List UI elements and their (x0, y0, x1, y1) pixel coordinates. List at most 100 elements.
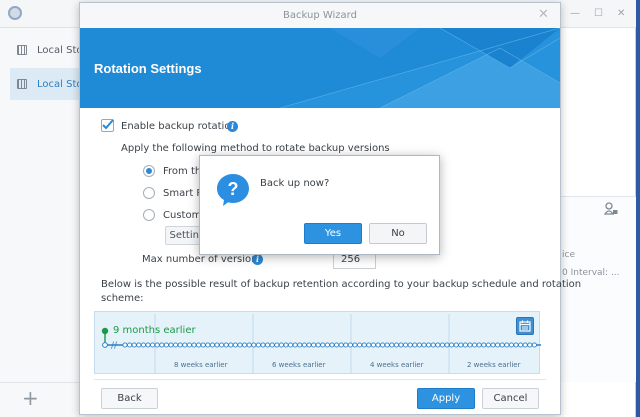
backup-version-dot (343, 342, 349, 348)
wizard-titlebar: Backup Wizard ✕ (80, 3, 560, 28)
info-icon[interactable]: i (227, 121, 238, 132)
backup-version-dot (177, 342, 183, 348)
backup-version-dot (347, 342, 353, 348)
close-app-icon[interactable]: ✕ (617, 8, 625, 20)
backup-version-dot (122, 342, 128, 348)
backup-version-dot (219, 342, 225, 348)
backup-version-dot (407, 342, 413, 348)
sidebar-divider (0, 382, 80, 383)
enable-rotation-checkbox[interactable] (101, 119, 114, 132)
backup-version-dot (439, 342, 445, 348)
backup-version-dot (315, 342, 321, 348)
confirm-message: Back up now? (260, 178, 330, 189)
radio-earliest-versions[interactable] (143, 165, 155, 177)
minimize-icon[interactable]: — (570, 8, 580, 20)
backup-version-dot (352, 342, 358, 348)
cancel-button[interactable]: Cancel (482, 388, 539, 409)
back-button[interactable]: Back (101, 388, 158, 409)
wizard-title: Backup Wizard (283, 10, 357, 21)
backup-version-dot (329, 342, 335, 348)
retention-timeline: // 9 months earlier 8 weeks earlier 6 we… (94, 311, 541, 374)
timeline-start-label: 9 months earlier (113, 325, 196, 336)
backup-version-dot (370, 342, 376, 348)
backup-version-dot (196, 342, 202, 348)
backup-version-dot (462, 342, 468, 348)
backup-version-dot (269, 342, 275, 348)
backup-version-dot (311, 342, 317, 348)
backup-version-dot (140, 342, 146, 348)
enable-rotation-label: Enable backup rotation (121, 121, 237, 132)
backup-version-dot (214, 342, 220, 348)
backup-version-dot (504, 342, 510, 348)
backup-version-dot (389, 342, 395, 348)
panel-info-line: ice (562, 250, 575, 260)
backup-version-dot (237, 342, 243, 348)
backup-version-dot (136, 342, 142, 348)
close-icon[interactable]: ✕ (538, 8, 549, 22)
backup-version-dot (145, 342, 151, 348)
backup-version-dot (324, 342, 330, 348)
backup-version-dot (320, 342, 326, 348)
backup-version-dot (476, 342, 482, 348)
radio-customized-retention[interactable] (143, 209, 155, 221)
question-icon: ? (217, 174, 249, 206)
timeline-tick-label: 2 weeks earlier (467, 361, 521, 369)
app-sidebar: Local Storage Local Storage (0, 28, 80, 417)
timeline-tick-label: 8 weeks earlier (174, 361, 228, 369)
backup-version-dot (173, 342, 179, 348)
permission-lock-icon[interactable] (604, 202, 618, 216)
backup-version-dot (421, 342, 427, 348)
checkmark-icon (102, 119, 114, 130)
backup-version-dot (472, 342, 478, 348)
backup-version-dot (458, 342, 464, 348)
backup-version-dot (283, 342, 289, 348)
backup-version-dot (251, 342, 257, 348)
backup-version-dot (499, 342, 505, 348)
apply-button[interactable]: Apply (417, 388, 475, 409)
backup-version-dot (274, 342, 280, 348)
backup-version-dot (393, 342, 399, 348)
backup-version-dot (306, 342, 312, 348)
storage-icon (17, 45, 27, 55)
backup-version-dot (444, 342, 450, 348)
backup-version-dot (398, 342, 404, 348)
backup-version-dot (127, 342, 133, 348)
backup-version-dot (209, 342, 215, 348)
backup-version-dot (301, 342, 307, 348)
backup-version-dot (163, 342, 169, 348)
yes-button[interactable]: Yes (304, 223, 362, 244)
calendar-button[interactable] (516, 317, 534, 335)
backup-version-dot (495, 342, 501, 348)
timeline-tick-label: 6 weeks earlier (272, 361, 326, 369)
info-icon[interactable]: i (252, 254, 263, 265)
backup-version-dot (242, 342, 248, 348)
backup-version-dot (513, 342, 519, 348)
backup-now-confirm-dialog: ? Back up now? Yes No (199, 155, 440, 255)
backup-version-dot (426, 342, 432, 348)
storage-icon (17, 79, 27, 89)
backup-version-dot (527, 342, 533, 348)
backup-version-dot (232, 342, 238, 348)
sidebar-item-local-storage-1[interactable]: Local Storage (10, 34, 80, 66)
backup-version-dot (297, 342, 303, 348)
backup-version-dot (102, 342, 108, 348)
backup-version-dot (416, 342, 422, 348)
backup-version-dot (384, 342, 390, 348)
add-icon[interactable]: + (22, 388, 39, 408)
backup-version-dot (154, 342, 160, 348)
backup-version-dot (223, 342, 229, 348)
no-button[interactable]: No (369, 223, 427, 244)
footer-divider (94, 379, 546, 380)
backup-version-dot (278, 342, 284, 348)
backup-version-dot (449, 342, 455, 348)
backup-version-dot (366, 342, 372, 348)
sidebar-item-local-storage-2[interactable]: Local Storage (10, 68, 80, 100)
backup-version-dot (508, 342, 514, 348)
backup-version-dot (334, 342, 340, 348)
wizard-header-banner: Rotation Settings (80, 28, 560, 108)
backup-version-dot (168, 342, 174, 348)
radio-smart-recycle[interactable] (143, 187, 155, 199)
app-logo-icon (8, 6, 22, 20)
backup-version-dot (288, 342, 294, 348)
maximize-icon[interactable]: ☐ (594, 8, 603, 20)
